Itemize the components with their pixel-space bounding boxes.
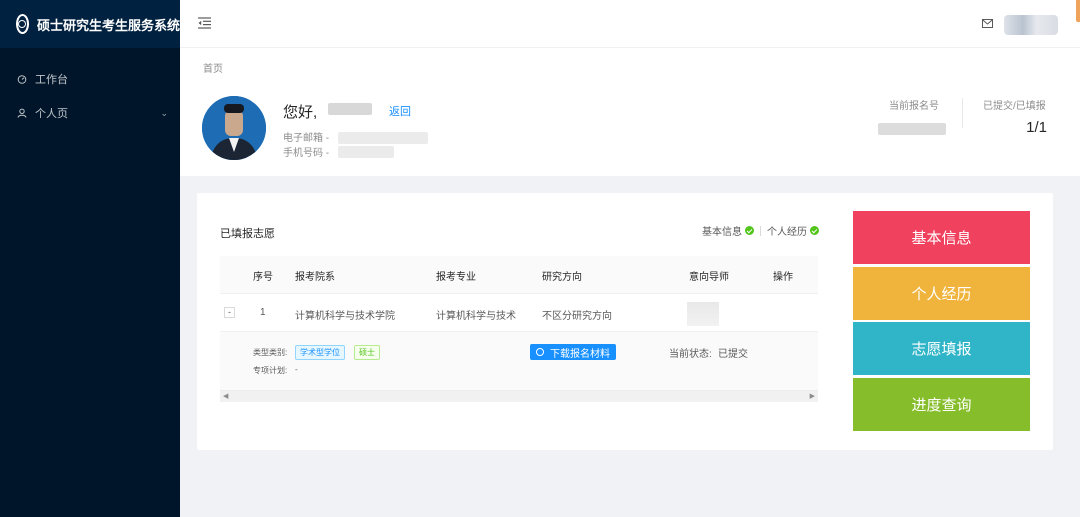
sidebar: 硕士研究生考生服务系统 工作台 个人页 ⌄ bbox=[0, 0, 180, 517]
email-redacted bbox=[338, 132, 428, 144]
button-label: 志愿填报 bbox=[911, 341, 972, 358]
topbar bbox=[180, 0, 1080, 48]
sidebar-item-label: 工作台 bbox=[35, 74, 68, 86]
corner-tab bbox=[1076, 0, 1080, 22]
page-header: 首页 您好, 返回 电子邮箱 - 手机号码 - 当前报名号 已提交/已填报 1/… bbox=[180, 48, 1080, 176]
column-header: 操作 bbox=[773, 272, 793, 283]
phone-label: 手机号码 - bbox=[283, 148, 330, 159]
table-header: 序号 报考院系 报考专业 研究方向 意向导师 操作 bbox=[220, 256, 818, 294]
phone-redacted bbox=[338, 146, 394, 158]
button-label: 个人经历 bbox=[911, 286, 972, 303]
column-header: 序号 bbox=[253, 272, 273, 283]
card-title: 已填报志愿 bbox=[220, 228, 275, 240]
breadcrumb[interactable]: 首页 bbox=[203, 60, 223, 75]
scroll-left-icon[interactable]: ◀ bbox=[223, 391, 228, 403]
back-link[interactable]: 返回 bbox=[389, 103, 411, 119]
cell-index: 1 bbox=[260, 307, 266, 318]
submitted-count-label: 已提交/已填报 bbox=[983, 101, 1046, 112]
greeting: 您好, bbox=[283, 104, 318, 121]
horizontal-scrollbar[interactable]: ◀ ▶ bbox=[220, 390, 818, 402]
status-label: 当前状态: bbox=[669, 349, 712, 360]
sidebar-item-label: 个人页 bbox=[35, 108, 68, 120]
application-fill-button[interactable]: 志愿填报 bbox=[853, 322, 1030, 375]
scroll-right-icon[interactable]: ▶ bbox=[810, 391, 815, 403]
user-avatar[interactable] bbox=[1004, 15, 1058, 35]
mail-icon[interactable] bbox=[982, 19, 993, 28]
cell-major: 计算机科学与技术 bbox=[436, 311, 516, 322]
printer-icon bbox=[536, 348, 544, 356]
applications-table: 序号 报考院系 报考专业 研究方向 意向导师 操作 - 1 计算机科学与技术学院… bbox=[220, 256, 818, 402]
submitted-count-value: 1/1 bbox=[1026, 119, 1047, 136]
logo-bar: 硕士研究生考生服务系统 bbox=[0, 0, 180, 48]
download-label: 下载报名材料 bbox=[550, 348, 610, 360]
table-row: - 1 计算机科学与技术学院 计算机科学与技术 不区分研究方向 bbox=[220, 294, 818, 332]
divider bbox=[962, 98, 963, 128]
personal-experience-button[interactable]: 个人经历 bbox=[853, 267, 1030, 320]
dashboard-icon bbox=[17, 75, 27, 84]
avatar bbox=[202, 96, 266, 160]
progress-query-button[interactable]: 进度查询 bbox=[853, 378, 1030, 431]
user-name-redacted bbox=[328, 103, 372, 115]
status-value: 已提交 bbox=[718, 349, 748, 360]
registration-number-label: 当前报名号 bbox=[889, 101, 939, 112]
cell-department: 计算机科学与技术学院 bbox=[295, 311, 395, 322]
type-label: 类型类别: bbox=[253, 348, 288, 357]
degree-type-tag: 学术型学位 bbox=[295, 345, 345, 360]
button-label: 基本信息 bbox=[911, 230, 972, 247]
check-experience-label: 个人经历 bbox=[767, 227, 807, 238]
basic-info-button[interactable]: 基本信息 bbox=[853, 211, 1030, 264]
sidebar-menu: 工作台 个人页 ⌄ bbox=[0, 62, 180, 130]
completion-status: 基本信息 个人经历 bbox=[702, 223, 819, 238]
column-header: 报考专业 bbox=[436, 272, 476, 283]
check-circle-icon bbox=[745, 226, 754, 235]
sidebar-item-workbench[interactable]: 工作台 bbox=[0, 62, 180, 96]
sidebar-item-personal[interactable]: 个人页 ⌄ bbox=[0, 96, 180, 130]
check-basic-info-label: 基本信息 bbox=[702, 227, 742, 238]
row-detail: 类型类别: 学术型学位 硕士 专项计划: - 下载报名材料 当前状态: 已提交 bbox=[220, 332, 818, 390]
chevron-down-icon[interactable]: ⌄ bbox=[160, 108, 168, 119]
plan-value: - bbox=[295, 365, 298, 374]
tutor-redacted bbox=[687, 302, 719, 326]
row-expand-button[interactable]: - bbox=[224, 307, 235, 318]
app-title: 硕士研究生考生服务系统 bbox=[36, 17, 180, 33]
registration-number-redacted bbox=[878, 123, 946, 135]
column-header: 意向导师 bbox=[689, 272, 729, 283]
cell-direction: 不区分研究方向 bbox=[542, 311, 612, 322]
divider bbox=[760, 225, 761, 236]
download-materials-button[interactable]: 下载报名材料 bbox=[530, 344, 616, 360]
email-label: 电子邮箱 - bbox=[283, 133, 330, 144]
user-icon bbox=[17, 108, 27, 118]
column-header: 研究方向 bbox=[542, 272, 582, 283]
logo-icon bbox=[16, 14, 29, 34]
degree-level-tag: 硕士 bbox=[354, 345, 380, 360]
check-circle-icon bbox=[810, 226, 819, 235]
button-label: 进度查询 bbox=[911, 397, 972, 414]
person-photo-icon bbox=[202, 96, 266, 160]
column-header: 报考院系 bbox=[295, 272, 335, 283]
menu-fold-icon[interactable] bbox=[198, 17, 211, 29]
plan-label: 专项计划: bbox=[253, 366, 288, 375]
